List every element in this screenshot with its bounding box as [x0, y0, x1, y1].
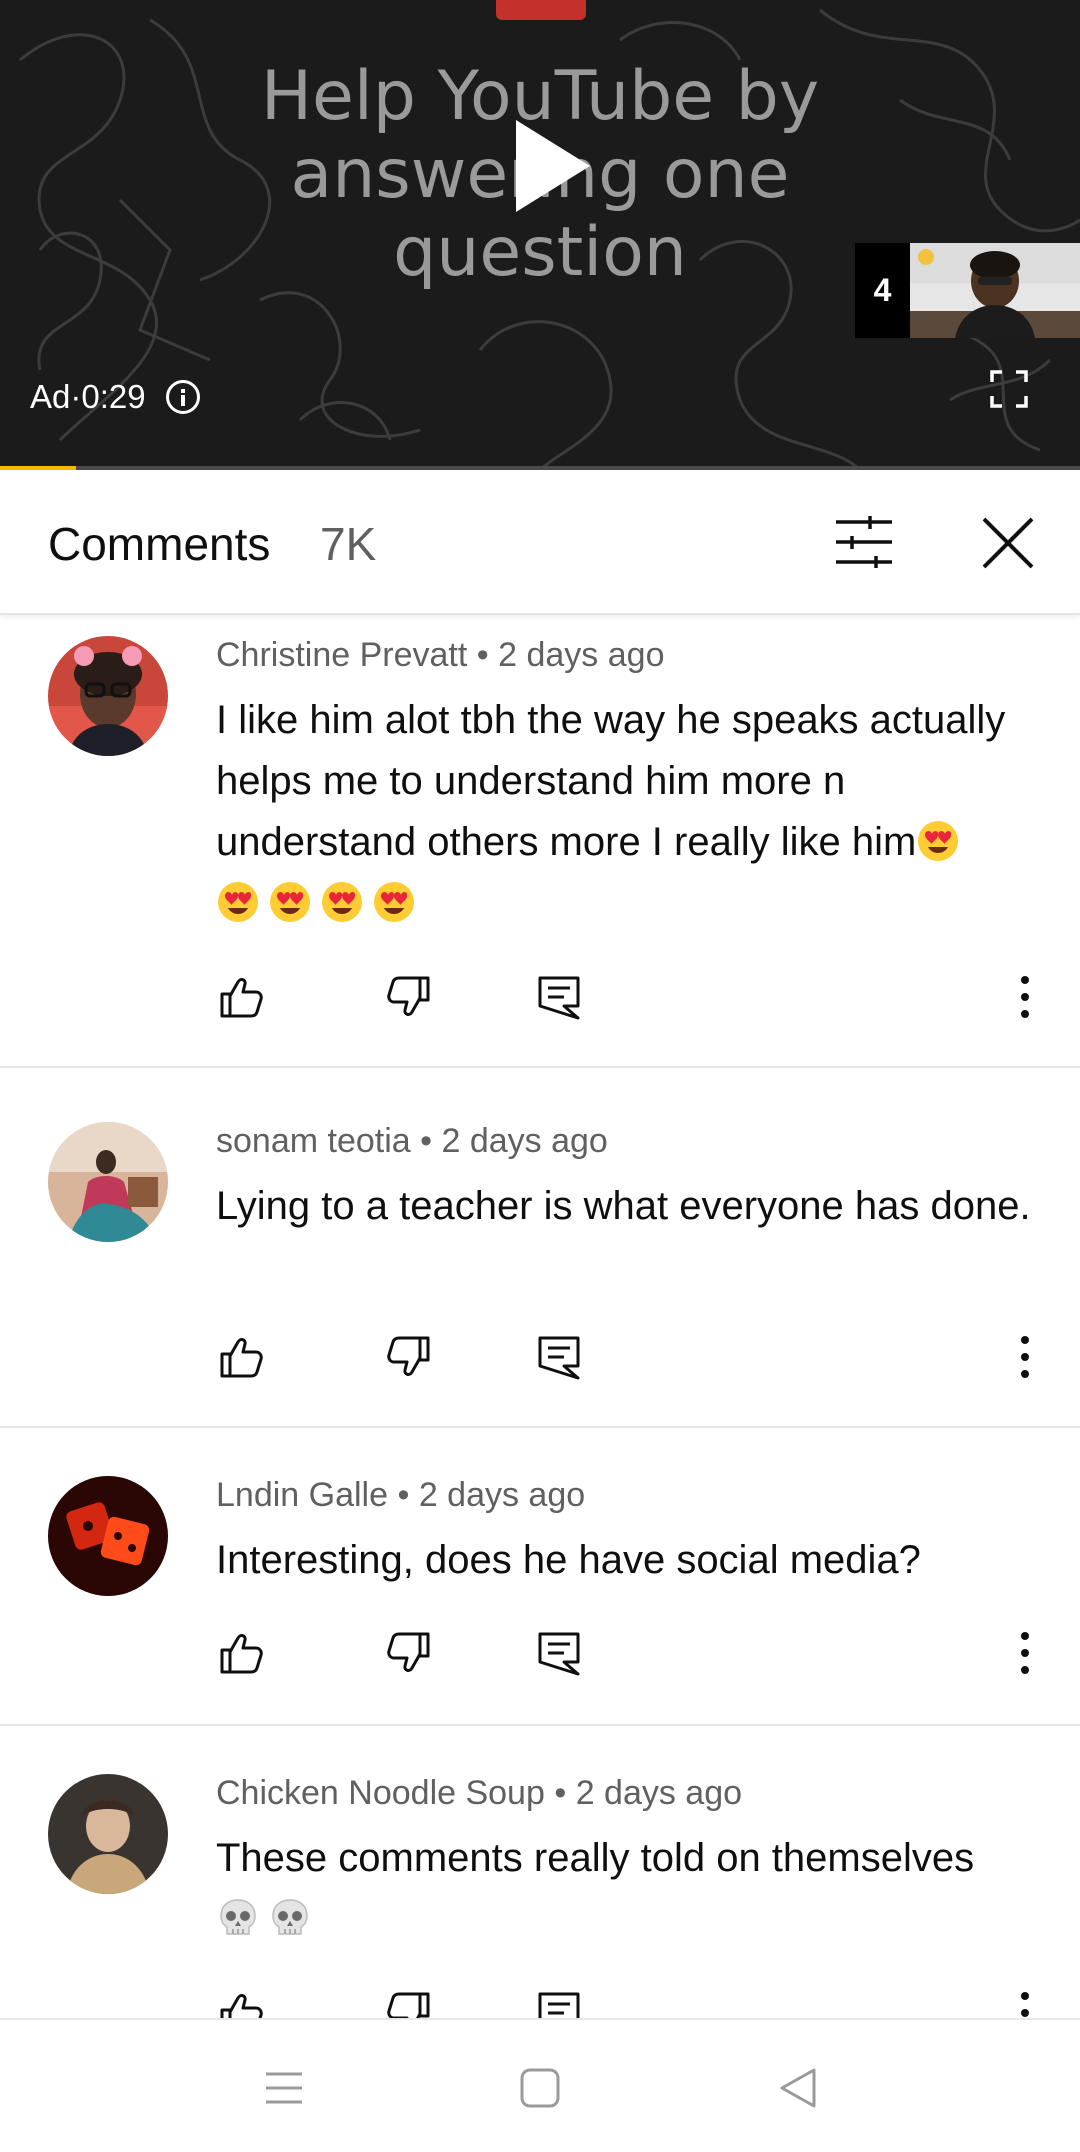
- emoji-heart-eyes-icon: [268, 881, 320, 925]
- like-button[interactable]: [216, 972, 266, 1022]
- more-vert-icon: [1010, 976, 1040, 1026]
- comment-time: 2 days ago: [418, 1476, 586, 1514]
- ad-upcoming-thumbnail[interactable]: 4: [855, 243, 1080, 338]
- reply-icon: [534, 1336, 584, 1386]
- comment-time: 2 days ago: [498, 636, 665, 674]
- comment-body: I like him alot tbh the way he speaks ac…: [216, 698, 1006, 864]
- emoji-skull-icon: [268, 1897, 320, 1941]
- fullscreen-icon[interactable]: [990, 370, 1028, 408]
- sort-icon[interactable]: [836, 516, 892, 568]
- like-button[interactable]: [216, 1332, 266, 1382]
- home-icon[interactable]: [518, 2066, 562, 2110]
- video-player[interactable]: Help YouTube by answering one question A…: [0, 0, 1080, 470]
- comment-meta: sonam teotia • 2 days ago: [216, 1122, 608, 1161]
- reply-icon: [534, 1632, 584, 1682]
- emoji-heart-eyes-icon: [916, 820, 968, 864]
- close-icon[interactable]: [980, 515, 1036, 571]
- reply-button[interactable]: [534, 972, 584, 1022]
- avatar[interactable]: [48, 1476, 168, 1596]
- avatar[interactable]: [48, 1122, 168, 1242]
- reply-button[interactable]: [534, 1628, 584, 1678]
- thumbs-up-icon: [216, 1338, 266, 1386]
- ad-progress-bar[interactable]: [0, 466, 1080, 470]
- comment-actions: [0, 1332, 1080, 1392]
- avatar[interactable]: [48, 636, 168, 756]
- emoji-heart-eyes-icon: [320, 881, 372, 925]
- comment-item: sonam teotia • 2 days ago Lying to a tea…: [0, 1068, 1080, 1428]
- thumbs-down-icon: [384, 1336, 434, 1386]
- comments-count: 7K: [320, 518, 377, 570]
- play-icon[interactable]: [512, 118, 592, 214]
- thumbs-up-icon: [216, 978, 266, 1026]
- info-icon[interactable]: [165, 380, 200, 414]
- comment-text: Lying to a teacher is what everyone has …: [216, 1184, 1031, 1228]
- emoji-skull-icon: [216, 1897, 268, 1941]
- ad-progress-fill: [0, 466, 76, 470]
- ad-count: 4: [855, 243, 910, 338]
- more-options-button[interactable]: [1010, 1628, 1040, 1678]
- comment-meta: Chicken Noodle Soup • 2 days ago: [216, 1774, 742, 1813]
- comment-item: Christine Prevatt • 2 days ago I like hi…: [0, 630, 1080, 1068]
- comment-text: I like him alot tbh the way he speaks ac…: [216, 690, 1046, 934]
- ad-headline-line: question: [393, 213, 687, 292]
- comment-author[interactable]: Chicken Noodle Soup: [216, 1774, 545, 1812]
- comment-time: 2 days ago: [575, 1774, 743, 1812]
- more-options-button[interactable]: [1010, 972, 1040, 1022]
- thumbs-down-icon: [384, 1632, 434, 1682]
- reply-button[interactable]: [534, 1332, 584, 1382]
- meta-separator: •: [544, 1774, 576, 1812]
- comment-author[interactable]: Lndin Galle: [216, 1476, 388, 1514]
- comment-author[interactable]: sonam teotia: [216, 1122, 411, 1160]
- dislike-button[interactable]: [384, 1628, 434, 1678]
- ad-timer-text: Ad·0:29: [30, 378, 146, 415]
- meta-separator: •: [410, 1122, 442, 1160]
- meta-separator: •: [467, 636, 499, 674]
- comment-item: Lndin Galle • 2 days ago Interesting, do…: [0, 1428, 1080, 1726]
- comment-meta: Lndin Galle • 2 days ago: [216, 1476, 585, 1515]
- system-navigation-bar: [0, 2018, 1080, 2152]
- reply-icon: [534, 976, 584, 1026]
- emoji-heart-eyes-icon: [216, 881, 268, 925]
- ad-label: Ad·0:29: [30, 378, 200, 416]
- comment-time: 2 days ago: [441, 1122, 608, 1160]
- menu-icon[interactable]: [262, 2066, 306, 2110]
- dislike-button[interactable]: [384, 972, 434, 1022]
- comment-body: These comments really told on themselves: [216, 1836, 975, 1880]
- comment-text: Interesting, does he have social media?: [216, 1538, 921, 1582]
- comment-meta: Christine Prevatt • 2 days ago: [216, 636, 664, 675]
- dislike-button[interactable]: [384, 1332, 434, 1382]
- dislike-button[interactable]: [384, 1988, 434, 2018]
- comment-item: Chicken Noodle Soup • 2 days ago These c…: [0, 1726, 1080, 2018]
- comments-header: Comments 7K: [0, 471, 1080, 615]
- avatar[interactable]: [48, 1774, 168, 1894]
- like-button[interactable]: [216, 1988, 266, 2018]
- comment-author[interactable]: Christine Prevatt: [216, 636, 467, 674]
- more-options-button[interactable]: [1010, 1988, 1040, 2018]
- comment-actions: [0, 1988, 1080, 2018]
- comment-text: These comments really told on themselves: [216, 1828, 1046, 1950]
- comments-title: Comments: [48, 518, 271, 570]
- more-options-button[interactable]: [1010, 1332, 1040, 1382]
- back-icon[interactable]: [776, 2066, 820, 2110]
- thumbs-up-icon: [216, 1634, 266, 1682]
- more-vert-icon: [1010, 1632, 1040, 1682]
- comment-actions: [0, 1628, 1080, 1688]
- comment-actions: [0, 972, 1080, 1032]
- reply-button[interactable]: [534, 1988, 584, 2018]
- thumbs-down-icon: [384, 976, 434, 1026]
- meta-separator: •: [388, 1476, 419, 1514]
- more-vert-icon: [1010, 1336, 1040, 1386]
- thumbnail-image: [910, 243, 1080, 338]
- ad-brand-tab: [496, 0, 586, 20]
- emoji-heart-eyes-icon: [372, 881, 424, 925]
- like-button[interactable]: [216, 1628, 266, 1678]
